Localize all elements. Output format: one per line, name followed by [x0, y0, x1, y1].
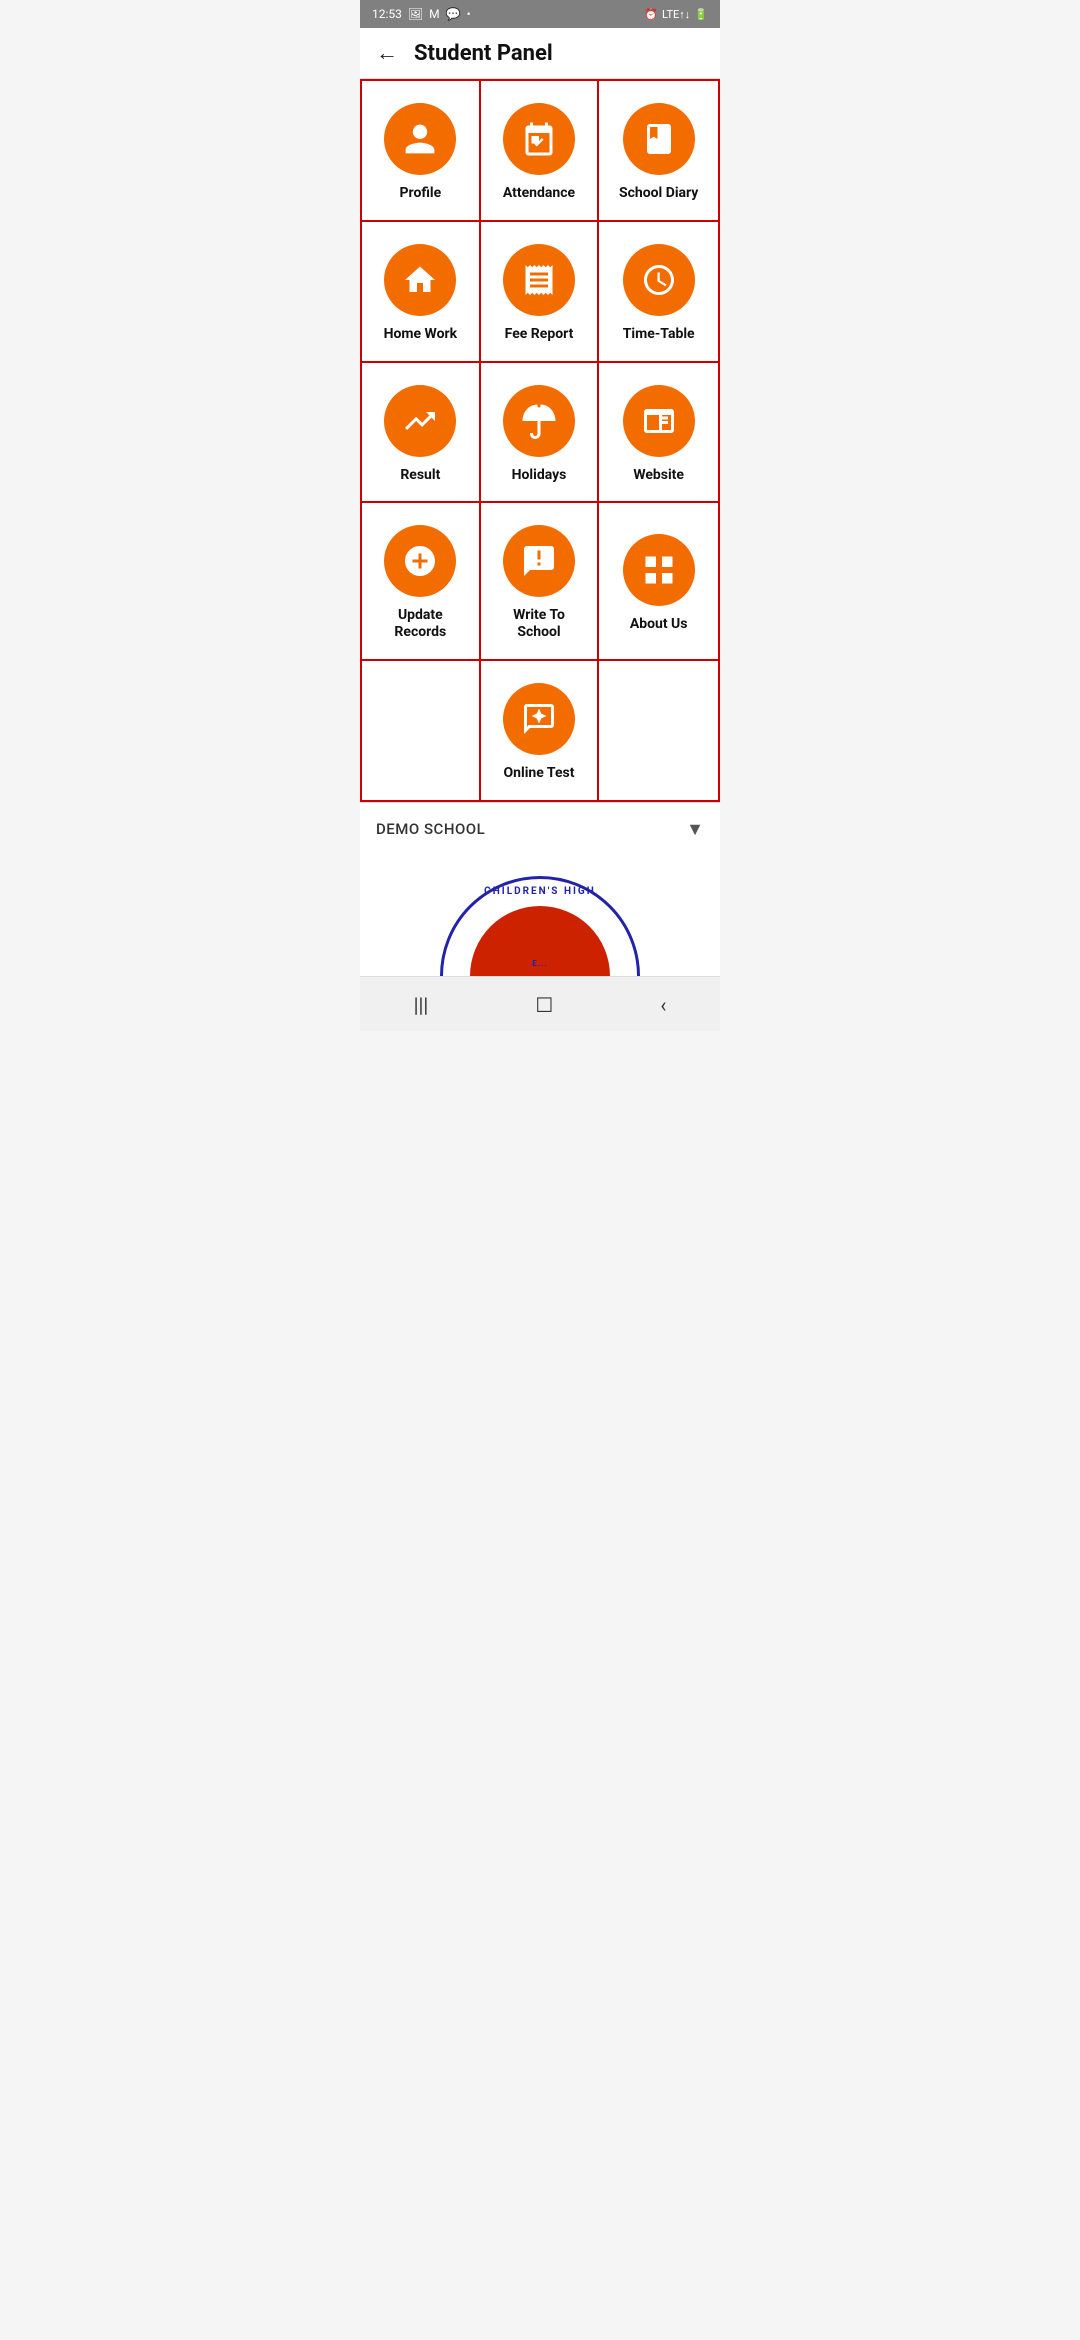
website-icon-circle [623, 385, 695, 457]
grid-item-result[interactable]: Result [362, 363, 481, 502]
status-right: ⏰ LTE↑↓ 🔋 [644, 8, 708, 21]
grid-item-attendance[interactable]: Attendance [481, 81, 600, 220]
fee-report-icon-circle [503, 244, 575, 316]
home-work-icon-circle [384, 244, 456, 316]
grid-item-profile[interactable]: Profile [362, 81, 481, 220]
profile-label: Profile [400, 185, 442, 202]
back-button[interactable]: ← [376, 40, 398, 66]
logo-text-top: CHILDREN'S HIGH [440, 886, 640, 897]
grid-row-3: Update Records Write To School About Us [362, 503, 718, 661]
grid-item-online-test[interactable]: Online Test [481, 661, 600, 800]
nav-home-button[interactable]: ☐ [515, 987, 573, 1023]
nav-bar: ||| ☐ ‹ [360, 976, 720, 1031]
holidays-label: Holidays [512, 467, 567, 484]
grid-item-school-diary[interactable]: School Diary [599, 81, 718, 220]
result-icon-circle [384, 385, 456, 457]
school-diary-label: School Diary [619, 185, 698, 202]
about-us-icon-circle [623, 534, 695, 606]
attendance-icon-circle [503, 103, 575, 175]
website-label: Website [633, 467, 684, 484]
grid-item-website[interactable]: Website [599, 363, 718, 502]
grid-item-empty-2 [599, 661, 718, 800]
profile-icon-circle [384, 103, 456, 175]
online-test-icon-circle [503, 683, 575, 755]
time-table-label: Time-Table [623, 326, 695, 343]
grid-item-write-to-school[interactable]: Write To School [481, 503, 600, 659]
grid-row-2: Result Holidays Website [362, 363, 718, 504]
dropdown-arrow-icon: ▼ [686, 819, 704, 840]
home-work-label: Home Work [384, 326, 458, 343]
result-label: Result [400, 467, 440, 484]
grid-item-update-records[interactable]: Update Records [362, 503, 481, 659]
photo-icon: 🖼 [408, 7, 423, 21]
header: ← Student Panel [360, 28, 720, 79]
school-diary-icon-circle [623, 103, 695, 175]
page-title: Student Panel [414, 41, 553, 66]
logo-text-bottom: E... [440, 959, 640, 968]
grid-row-1: Home Work Fee Report Time-Table [362, 222, 718, 363]
status-left: 12:53 🖼 M 💬 • [372, 7, 471, 21]
grid-item-empty-1 [362, 661, 481, 800]
fee-report-label: Fee Report [505, 326, 574, 343]
write-to-school-label: Write To School [491, 607, 588, 641]
update-records-icon-circle [384, 525, 456, 597]
grid-item-holidays[interactable]: Holidays [481, 363, 600, 502]
alarm-icon: ⏰ [644, 8, 658, 21]
status-bar: 12:53 🖼 M 💬 • ⏰ LTE↑↓ 🔋 [360, 0, 720, 28]
school-selector[interactable]: DEMO SCHOOL ▼ [360, 802, 720, 856]
chat-icon: 💬 [446, 7, 461, 21]
nav-back-button[interactable]: ‹ [640, 987, 686, 1023]
holidays-icon-circle [503, 385, 575, 457]
signal-icon: LTE↑↓ [662, 8, 690, 21]
school-logo: CHILDREN'S HIGH E... [440, 876, 640, 976]
menu-lines-icon: ||| [414, 993, 429, 1017]
grid-item-fee-report[interactable]: Fee Report [481, 222, 600, 361]
dot-icon: • [467, 7, 471, 21]
grid-row-0: Profile Attendance School Diary [362, 81, 718, 222]
grid-row-4: Online Test [362, 661, 718, 800]
grid-item-time-table[interactable]: Time-Table [599, 222, 718, 361]
back-chevron-icon: ‹ [660, 993, 666, 1017]
mail-icon: M [429, 7, 439, 21]
battery-icon: 🔋 [694, 8, 708, 21]
logo-area: CHILDREN'S HIGH E... [360, 856, 720, 976]
school-name: DEMO SCHOOL [376, 820, 485, 838]
update-records-label: Update Records [372, 607, 469, 641]
online-test-label: Online Test [504, 765, 575, 782]
home-square-icon: ☐ [535, 993, 553, 1017]
attendance-label: Attendance [503, 185, 575, 202]
status-time: 12:53 [372, 7, 402, 21]
nav-menu-button[interactable]: ||| [394, 987, 449, 1023]
grid-item-home-work[interactable]: Home Work [362, 222, 481, 361]
about-us-label: About Us [630, 616, 688, 633]
menu-grid: Profile Attendance School Diary Home Work Fe… [360, 79, 720, 802]
write-to-school-icon-circle [503, 525, 575, 597]
grid-item-about-us[interactable]: About Us [599, 503, 718, 659]
time-table-icon-circle [623, 244, 695, 316]
